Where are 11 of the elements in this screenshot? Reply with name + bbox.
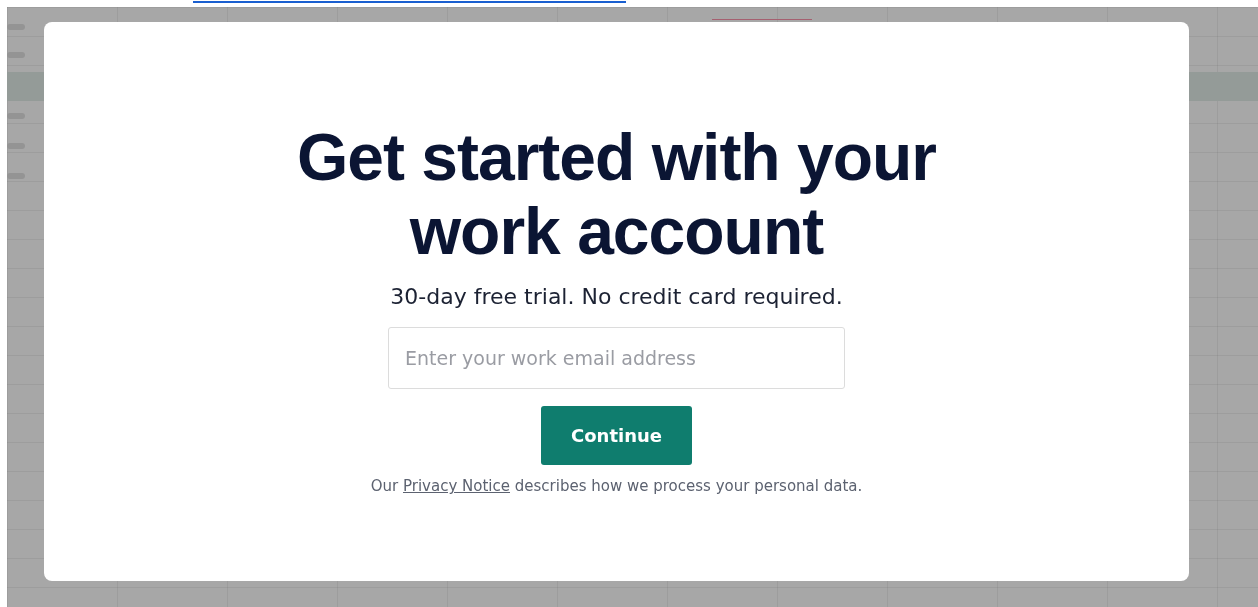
continue-button[interactable]: Continue bbox=[541, 406, 692, 465]
privacy-notice: Our Privacy Notice describes how we process your personal data. bbox=[370, 477, 863, 495]
placeholder-bar bbox=[7, 143, 25, 149]
placeholder-bar bbox=[7, 173, 25, 179]
placeholder-bar bbox=[7, 24, 25, 30]
dialog-subtitle: 30-day free trial. No credit card required. bbox=[390, 284, 843, 309]
email-field[interactable]: Enter your work email address bbox=[388, 327, 845, 389]
privacy-link[interactable]: Privacy Notice bbox=[403, 477, 510, 495]
placeholder-bar bbox=[7, 113, 25, 119]
dialog-title: Get started with your work account bbox=[295, 120, 938, 268]
placeholder-bar bbox=[7, 52, 25, 58]
